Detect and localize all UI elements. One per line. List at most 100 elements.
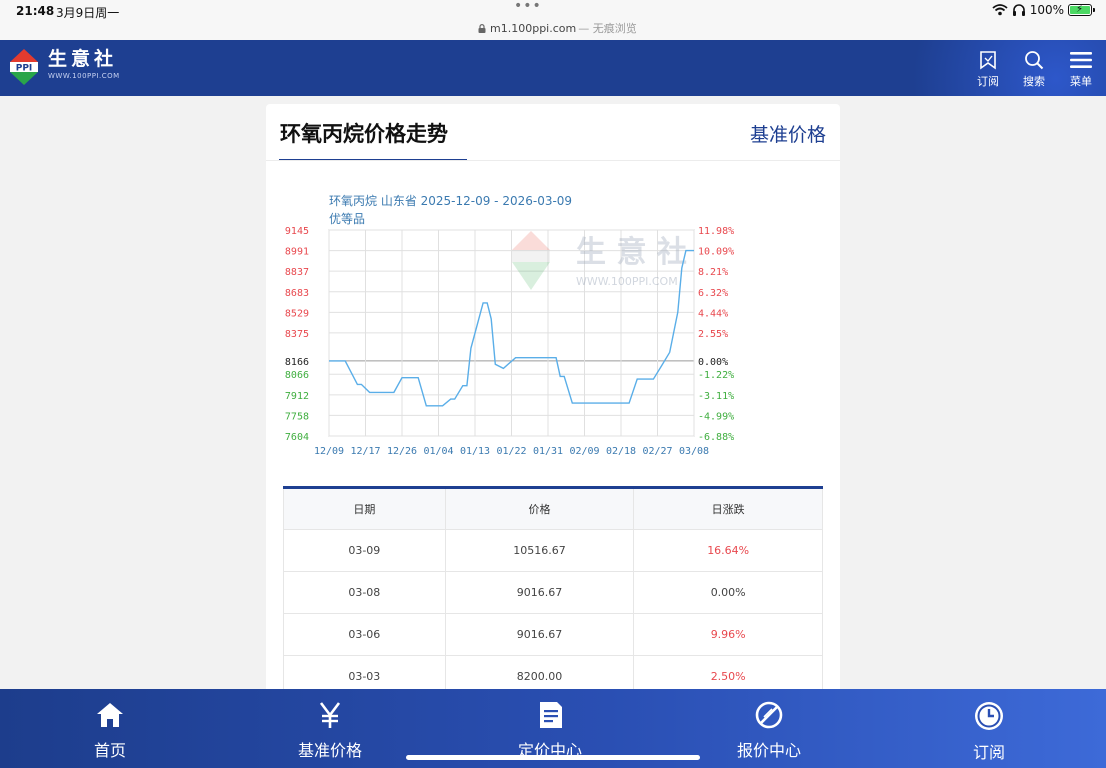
table-row: 03-09 10516.67 16.64% xyxy=(283,529,823,572)
y-tick-label-baseline: 8166 xyxy=(285,357,309,368)
address-bar[interactable]: m1.100ppi.com — 无痕浏览 xyxy=(478,20,637,36)
document-icon xyxy=(540,702,562,728)
tab-quote-center[interactable]: 报价中心 xyxy=(719,701,819,761)
headphones-icon xyxy=(1012,4,1025,16)
home-icon xyxy=(97,703,123,727)
menu-label: 菜单 xyxy=(1070,75,1092,88)
status-bar: 21:48 3月9日周一 ••• m1.100ppi.com — 无痕浏览 10… xyxy=(0,0,1106,40)
ban-icon xyxy=(755,701,783,729)
tab-overview-dots[interactable]: ••• xyxy=(514,0,542,14)
cell-price: 9016.67 xyxy=(444,613,635,656)
y-right-tick-label-down: -3.11% xyxy=(698,391,734,402)
page-title: 环氧丙烷价格走势 xyxy=(280,122,448,146)
title-divider xyxy=(266,160,840,161)
search-label: 搜索 xyxy=(1023,75,1045,88)
cell-change: 16.64% xyxy=(633,529,823,572)
y-tick-label-up: 8529 xyxy=(285,308,309,319)
brand-url: WWW.100PPI.COM xyxy=(48,72,120,80)
subscribe-label: 订阅 xyxy=(977,75,999,88)
y-right-tick-label-down: -6.88% xyxy=(698,432,734,443)
wifi-icon xyxy=(992,4,1008,16)
col-header-price: 价格 xyxy=(444,487,635,530)
x-tick-label: 12/26 xyxy=(387,446,417,457)
cell-change: 9.96% xyxy=(633,613,823,656)
y-right-tick-label-down: -1.22% xyxy=(698,370,734,381)
y-tick-label-up: 8683 xyxy=(285,288,309,299)
cell-price: 10516.67 xyxy=(444,529,635,572)
x-tick-label: 03/08 xyxy=(679,446,709,457)
tab-label: 首页 xyxy=(93,741,126,760)
y-right-tick-label-up: 8.21% xyxy=(698,267,728,278)
y-axis-left: 9145 8991 8837 8683 8529 8375 8166 8066 7912 7758… xyxy=(285,226,309,443)
status-right: 100% ⚡ xyxy=(992,3,1095,17)
x-tick-label: 01/22 xyxy=(496,446,526,457)
y-tick-label-down: 8066 xyxy=(285,370,309,381)
y-axis-right: 11.98% 10.09% 8.21% 6.32% 4.44% 2.55% 0.00% -1.… xyxy=(698,226,734,443)
cell-date: 03-09 xyxy=(283,529,446,572)
subscribe-button[interactable]: 订阅 xyxy=(971,50,1005,89)
x-tick-label: 01/04 xyxy=(423,446,453,457)
x-axis: 12/09 12/17 12/26 01/04 01/13 01/22 01/31 02/09… xyxy=(314,446,709,457)
tab-label: 基准价格 xyxy=(297,741,362,760)
y-tick-label-down: 7758 xyxy=(285,411,309,422)
table-row: 03-06 9016.67 9.96% xyxy=(283,613,823,656)
price-trend-card: 环氧丙烷价格走势 基准价格 环氧丙烷 山东省 2025-12-09 - 2026… xyxy=(266,104,840,704)
col-header-change: 日涨跌 xyxy=(633,487,823,530)
tab-home[interactable]: 首页 xyxy=(60,701,160,761)
logo-text: PPI xyxy=(16,64,33,74)
yen-icon xyxy=(319,702,341,728)
brand-name: 生意社 xyxy=(48,48,118,70)
tab-subscribe[interactable]: 订阅 xyxy=(939,701,1039,763)
col-header-date: 日期 xyxy=(283,487,446,530)
home-indicator[interactable] xyxy=(406,755,700,760)
x-tick-label: 02/27 xyxy=(642,446,672,457)
app-header: PPI 生意社 WWW.100PPI.COM 订阅 搜索 菜单 xyxy=(0,40,1106,96)
hamburger-menu-icon xyxy=(1070,52,1092,68)
y-right-tick-label-up: 10.09% xyxy=(698,247,734,258)
y-tick-label-up: 8837 xyxy=(285,267,309,278)
watermark-text: 生 意 社 xyxy=(576,235,687,270)
y-right-tick-label-up: 4.44% xyxy=(698,308,728,319)
clock-icon xyxy=(975,702,1003,730)
table-body: 03-09 10516.67 16.64% 03-08 9016.67 0.00% 03-0… xyxy=(283,529,823,698)
y-right-tick-label-down: -4.99% xyxy=(698,411,734,422)
status-time: 21:48 xyxy=(16,4,55,18)
chart-title: 环氧丙烷 山东省 2025-12-09 - 2026-03-09 xyxy=(329,194,572,208)
bookmark-icon xyxy=(980,51,996,70)
x-tick-label: 01/31 xyxy=(533,446,563,457)
y-right-tick-label-up: 11.98% xyxy=(698,226,734,237)
table-row: 03-08 9016.67 0.00% xyxy=(283,571,823,614)
cell-date: 03-08 xyxy=(283,571,446,614)
y-tick-label-up: 9145 xyxy=(285,226,309,237)
cell-date: 03-06 xyxy=(283,613,446,656)
y-right-tick-label-up: 2.55% xyxy=(698,329,728,340)
search-icon xyxy=(1025,51,1044,70)
tab-benchmark-price[interactable]: 基准价格 xyxy=(280,701,380,761)
y-tick-label-up: 8375 xyxy=(285,329,309,340)
private-mode-label: — 无痕浏览 xyxy=(578,22,637,35)
search-button[interactable]: 搜索 xyxy=(1017,50,1051,89)
x-tick-label: 02/09 xyxy=(569,446,599,457)
x-tick-label: 02/18 xyxy=(606,446,636,457)
tab-label: 订阅 xyxy=(972,743,1005,762)
price-line-chart: 环氧丙烷 山东省 2025-12-09 - 2026-03-09 优等品 生 意… xyxy=(285,194,734,457)
benchmark-price-link[interactable]: 基准价格 xyxy=(750,120,826,147)
y-right-tick-label-baseline: 0.00% xyxy=(698,357,728,368)
y-tick-label-down: 7604 xyxy=(285,432,309,443)
y-right-tick-label-up: 6.32% xyxy=(698,288,728,299)
battery-icon: ⚡ xyxy=(1068,4,1095,16)
table-header-row: 日期 价格 日涨跌 xyxy=(283,487,823,530)
brand-logo-link[interactable]: PPI 生意社 WWW.100PPI.COM xyxy=(9,48,120,86)
price-table: 日期 价格 日涨跌 03-09 10516.67 16.64% 03-08 9016.6… xyxy=(283,486,823,698)
y-tick-label-up: 8991 xyxy=(285,247,309,258)
x-tick-label: 01/13 xyxy=(460,446,490,457)
status-date: 3月9日周一 xyxy=(56,6,120,20)
url-text: m1.100ppi.com xyxy=(490,21,577,35)
ppi-logo-icon: PPI xyxy=(10,49,38,85)
lock-icon xyxy=(478,23,486,33)
cell-change: 0.00% xyxy=(633,571,823,614)
x-tick-label: 12/17 xyxy=(350,446,380,457)
tab-pricing-center[interactable]: 定价中心 xyxy=(500,701,600,761)
watermark-url: WWW.100PPI.COM xyxy=(576,275,678,288)
menu-button[interactable]: 菜单 xyxy=(1064,50,1098,89)
